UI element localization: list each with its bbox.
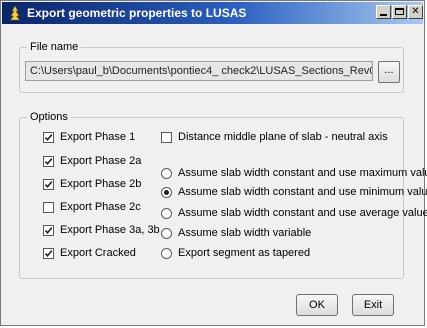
slab-width-label: Assume slab width variable [178,227,312,239]
phase-label: Export Phase 2c [60,201,141,213]
maximize-button[interactable] [392,5,407,19]
phase-label: Export Phase 2a [60,155,142,167]
phase-label: Export Phase 2b [60,178,142,190]
phase-label: Export Phase 3a, 3b [60,224,160,236]
phase-checkbox[interactable] [43,248,54,259]
options-label: Options [27,111,71,123]
distance-checkbox[interactable] [161,132,172,143]
file-path-field[interactable]: C:\Users\paul_b\Documents\pontiec4_ chec… [25,61,373,81]
slab-width-radio[interactable] [161,228,172,239]
slab-width-label: Export segment as tapered [178,247,311,259]
window-title: Export geometric properties to LUSAS [27,6,247,20]
browse-button[interactable]: ... [378,61,400,83]
radio-selected-dot [164,190,169,195]
close-icon: ✕ [411,6,420,17]
phase-checkbox[interactable] [43,156,54,167]
slab-width-label: Assume slab width constant and use avera… [178,207,427,219]
checkmark-icon [44,158,53,166]
phase-label: Export Cracked [60,247,136,259]
app-icon [9,5,21,21]
phase-checkbox[interactable] [43,132,54,143]
minimize-button[interactable] [376,5,391,19]
slab-width-radio[interactable] [161,168,172,179]
ok-button[interactable]: OK [296,294,338,316]
slab-width-label: Assume slab width constant and use minim… [178,186,427,198]
phase-checkbox[interactable] [43,225,54,236]
slab-width-radio[interactable] [161,187,172,198]
phase-label: Export Phase 1 [60,131,136,143]
checkmark-icon [44,134,53,142]
title-bar[interactable]: Export geometric properties to LUSAS ✕ [2,2,423,24]
close-button[interactable]: ✕ [408,5,423,19]
export-dialog: Export geometric properties to LUSAS ✕ F… [0,0,427,326]
phase-checkbox[interactable] [43,202,54,213]
checkmark-icon [44,227,53,235]
checkmark-icon [44,250,53,258]
file-name-group: File name C:\Users\paul_b\Documents\pont… [19,41,404,93]
exit-button[interactable]: Exit [352,294,394,316]
slab-width-radio[interactable] [161,208,172,219]
checkmark-icon [44,181,53,189]
slab-width-label: Assume slab width constant and use maxim… [178,167,427,179]
distance-label: Distance middle plane of slab - neutral … [178,131,388,143]
maximize-icon [395,8,404,15]
phase-checkbox[interactable] [43,179,54,190]
slab-width-radio[interactable] [161,248,172,259]
minimize-icon [380,14,387,16]
file-name-label: File name [27,41,82,53]
